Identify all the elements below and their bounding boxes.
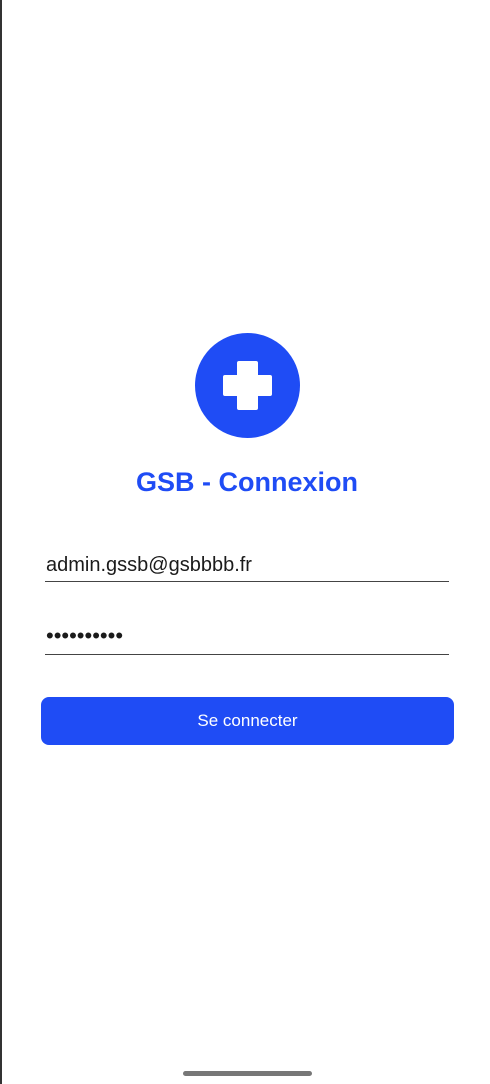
login-button[interactable]: Se connecter	[41, 697, 454, 745]
email-field[interactable]: admin.gssb@gsbbbb.fr	[45, 551, 449, 582]
medical-cross-icon	[195, 333, 300, 438]
home-indicator[interactable]	[183, 1071, 312, 1076]
page-title: GSB - Connexion	[136, 467, 358, 497]
cross-horizontal-bar	[223, 375, 272, 396]
password-field[interactable]: ••••••••••	[45, 622, 449, 655]
login-screen: GSB - Connexion admin.gssb@gsbbbb.fr •••…	[0, 0, 490, 1084]
